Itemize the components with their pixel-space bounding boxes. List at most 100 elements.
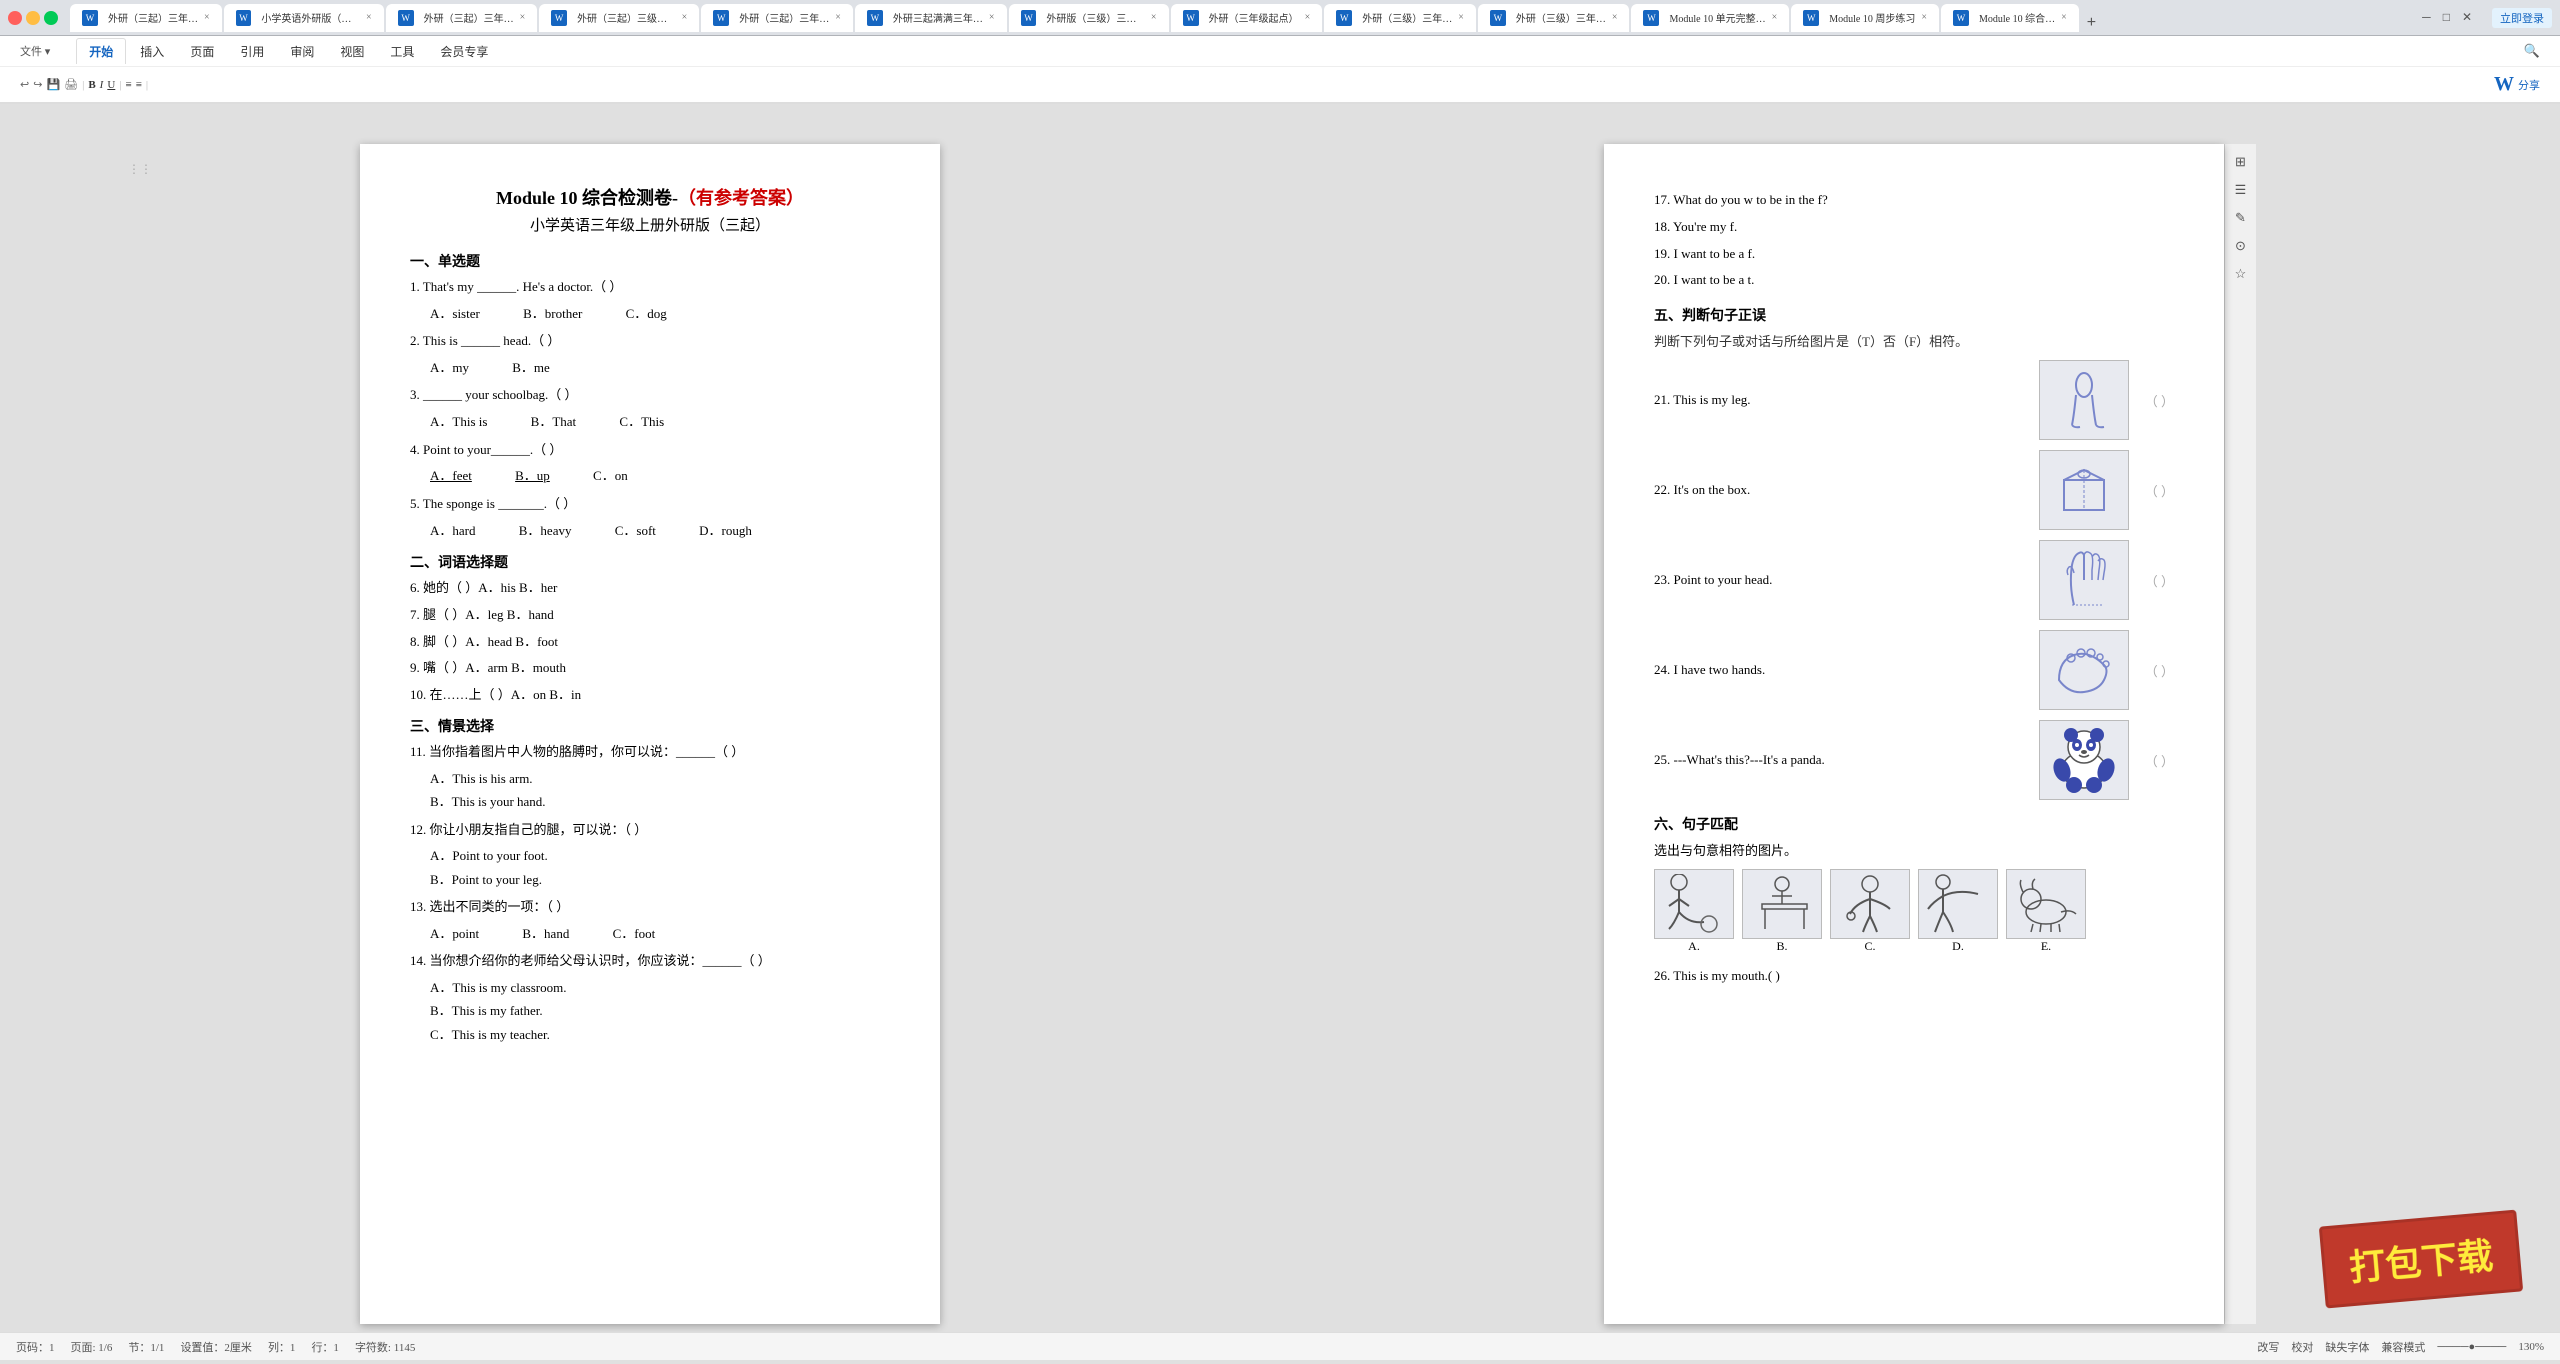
- minimize-icon[interactable]: ─: [2422, 10, 2431, 25]
- tab-page[interactable]: 页面: [178, 39, 226, 64]
- q11-b: B．This is your hand.: [430, 790, 890, 813]
- status-section: 节：1/1: [128, 1339, 164, 1355]
- section6-desc: 选出与句意相符的图片。: [1654, 840, 2174, 859]
- tab-review[interactable]: 审阅: [278, 39, 326, 64]
- save-icon[interactable]: 💾: [46, 78, 60, 91]
- maximize-icon[interactable]: □: [2443, 10, 2450, 25]
- sidebar-icon-3[interactable]: ✎: [2231, 208, 2251, 228]
- close-icon[interactable]: ✕: [2462, 10, 2472, 25]
- toolbar-tabs: 开始 插入 页面 引用 审阅 视图 工具 会员专享: [56, 38, 520, 64]
- align-center-icon[interactable]: ≡: [136, 79, 142, 91]
- zoom-slider[interactable]: ────●────: [2437, 1341, 2506, 1353]
- status-missing-font[interactable]: 缺失字体: [2325, 1339, 2369, 1355]
- tab-member[interactable]: 会员专享: [428, 39, 500, 64]
- tab-13-active[interactable]: WModule 10 综合…×: [1941, 4, 2079, 32]
- q13: 13. 选出不同类的一项：（ ）: [410, 897, 890, 918]
- share-btn[interactable]: 分享: [2518, 77, 2540, 93]
- match-a: A.: [1654, 869, 1734, 954]
- q21-blank: （ ）: [2145, 391, 2174, 410]
- q5-options: A．hard B．heavy C．soft D．rough: [430, 519, 890, 542]
- match-images-row: A. B: [1654, 869, 2174, 954]
- status-mode1[interactable]: 改写: [2257, 1339, 2279, 1355]
- undo-icon[interactable]: ↩: [20, 78, 29, 91]
- sidebar-icon-4[interactable]: ⊙: [2231, 236, 2251, 256]
- match-img-e: [2006, 869, 2086, 939]
- q3: 3. ______ your schoolbag.（ ）: [410, 385, 890, 406]
- tab-start[interactable]: 开始: [76, 38, 126, 64]
- tab-3[interactable]: W外研（三起）三年…×: [386, 4, 538, 32]
- tab-1[interactable]: W外研（三起）三年…×: [70, 4, 222, 32]
- tab-2[interactable]: W小学英语外研版（三…×: [224, 4, 384, 32]
- q3-options: A．This is B．That C．This: [430, 410, 890, 433]
- q5-a: A．hard: [430, 519, 476, 542]
- match-e: E.: [2006, 869, 2086, 954]
- tab-10[interactable]: W外研（三级）三年…×: [1478, 4, 1630, 32]
- login-btn[interactable]: 立即登录: [2492, 8, 2552, 28]
- status-char: 字符数: 1145: [355, 1339, 415, 1355]
- tab-view[interactable]: 视图: [328, 39, 376, 64]
- q23-image: [2039, 540, 2129, 620]
- tab-6[interactable]: W外研三起满满三年…×: [855, 4, 1007, 32]
- section6-header: 六、句子匹配: [1654, 814, 2174, 834]
- tab-5[interactable]: W外研（三起）三年…×: [701, 4, 853, 32]
- q18: 18. You're my f.: [1654, 217, 2174, 238]
- q25-text: 25. ---What's this?---It's a panda.: [1654, 752, 2023, 768]
- q1: 1. That's my ______. He's a doctor.（ ）: [410, 277, 890, 298]
- tab-insert[interactable]: 插入: [128, 39, 176, 64]
- tab-7[interactable]: W外研版（三级）三年…×: [1009, 4, 1169, 32]
- wps-logo: W: [2494, 73, 2514, 96]
- bold-btn[interactable]: B: [88, 79, 95, 91]
- q11-a: A．This is his arm.: [430, 767, 890, 790]
- tab-8[interactable]: W外研（三年级起点）×: [1171, 4, 1323, 32]
- q22-blank: （ ）: [2145, 481, 2174, 500]
- q13-c: C．foot: [613, 922, 656, 945]
- q1-a: A．sister: [430, 302, 480, 325]
- q19: 19. I want to be a f.: [1654, 244, 2174, 265]
- section5-desc: 判断下列句子或对话与所给图片是（T）否（F）相符。: [1654, 331, 2174, 350]
- doc-subtitle: 小学英语三年级上册外研版（三起）: [410, 214, 890, 235]
- tab-tools[interactable]: 工具: [378, 39, 426, 64]
- match-img-d: [1918, 869, 1998, 939]
- new-tab-button[interactable]: +: [2081, 14, 2102, 32]
- tab-11[interactable]: WModule 10 单元完整…×: [1631, 4, 1789, 32]
- match-c: C.: [1830, 869, 1910, 954]
- q2-a: A．my: [430, 356, 469, 379]
- q6: 6. 她的（ ）A．his B．her: [410, 578, 890, 599]
- tab-bar: W外研（三起）三年…× W小学英语外研版（三…× W外研（三起）三年…× W外研…: [70, 4, 2102, 32]
- window-max-btn[interactable]: [44, 11, 58, 25]
- q14-a: A．This is my classroom.: [430, 976, 890, 999]
- browser-controls: ─ □ ✕ 立即登录: [2422, 8, 2552, 28]
- menu-file[interactable]: 文件 ▾: [20, 43, 50, 59]
- status-mode2[interactable]: 校对: [2291, 1339, 2313, 1355]
- tab-reference[interactable]: 引用: [228, 39, 276, 64]
- italic-btn[interactable]: I: [100, 79, 104, 91]
- search-icon[interactable]: 🔍: [2524, 43, 2540, 59]
- q23-blank: （ ）: [2145, 571, 2174, 590]
- q12-options: A．Point to your foot. B．Point to your le…: [430, 844, 890, 891]
- sidebar-icon-2[interactable]: ☰: [2231, 180, 2251, 200]
- q3-a: A．This is: [430, 410, 487, 433]
- match-label-d: D.: [1918, 939, 1998, 954]
- sidebar-icon-1[interactable]: ⊞: [2231, 152, 2251, 172]
- separator-3: |: [146, 79, 148, 91]
- section5-header: 五、判断句子正误: [1654, 305, 2174, 325]
- match-d: D.: [1918, 869, 1998, 954]
- tab-4[interactable]: W外研（三起）三级必…×: [539, 4, 699, 32]
- redo-icon[interactable]: ↪: [33, 78, 42, 91]
- q4-a: A．feet: [430, 464, 472, 487]
- q2-options: A．my B．me: [430, 356, 890, 379]
- q3-b: B．That: [531, 410, 577, 433]
- window-close-btn[interactable]: [8, 11, 22, 25]
- match-label-c: C.: [1830, 939, 1910, 954]
- doc-title: Module 10 综合检测卷-（有参考答案）: [410, 184, 890, 210]
- window-min-btn[interactable]: [26, 11, 40, 25]
- q10: 10. 在……上（ ）A．on B．in: [410, 685, 890, 706]
- print-icon[interactable]: 🖨: [64, 78, 78, 91]
- sidebar-icon-5[interactable]: ☆: [2231, 264, 2251, 284]
- tab-12[interactable]: WModule 10 周步练习×: [1791, 4, 1939, 32]
- q25-blank: （ ）: [2145, 751, 2174, 770]
- download-stamp[interactable]: 打包下载: [2319, 1210, 2523, 1309]
- underline-btn[interactable]: U: [107, 79, 115, 91]
- align-left-icon[interactable]: ≡: [125, 79, 131, 91]
- tab-9[interactable]: W外研（三级）三年…×: [1324, 4, 1476, 32]
